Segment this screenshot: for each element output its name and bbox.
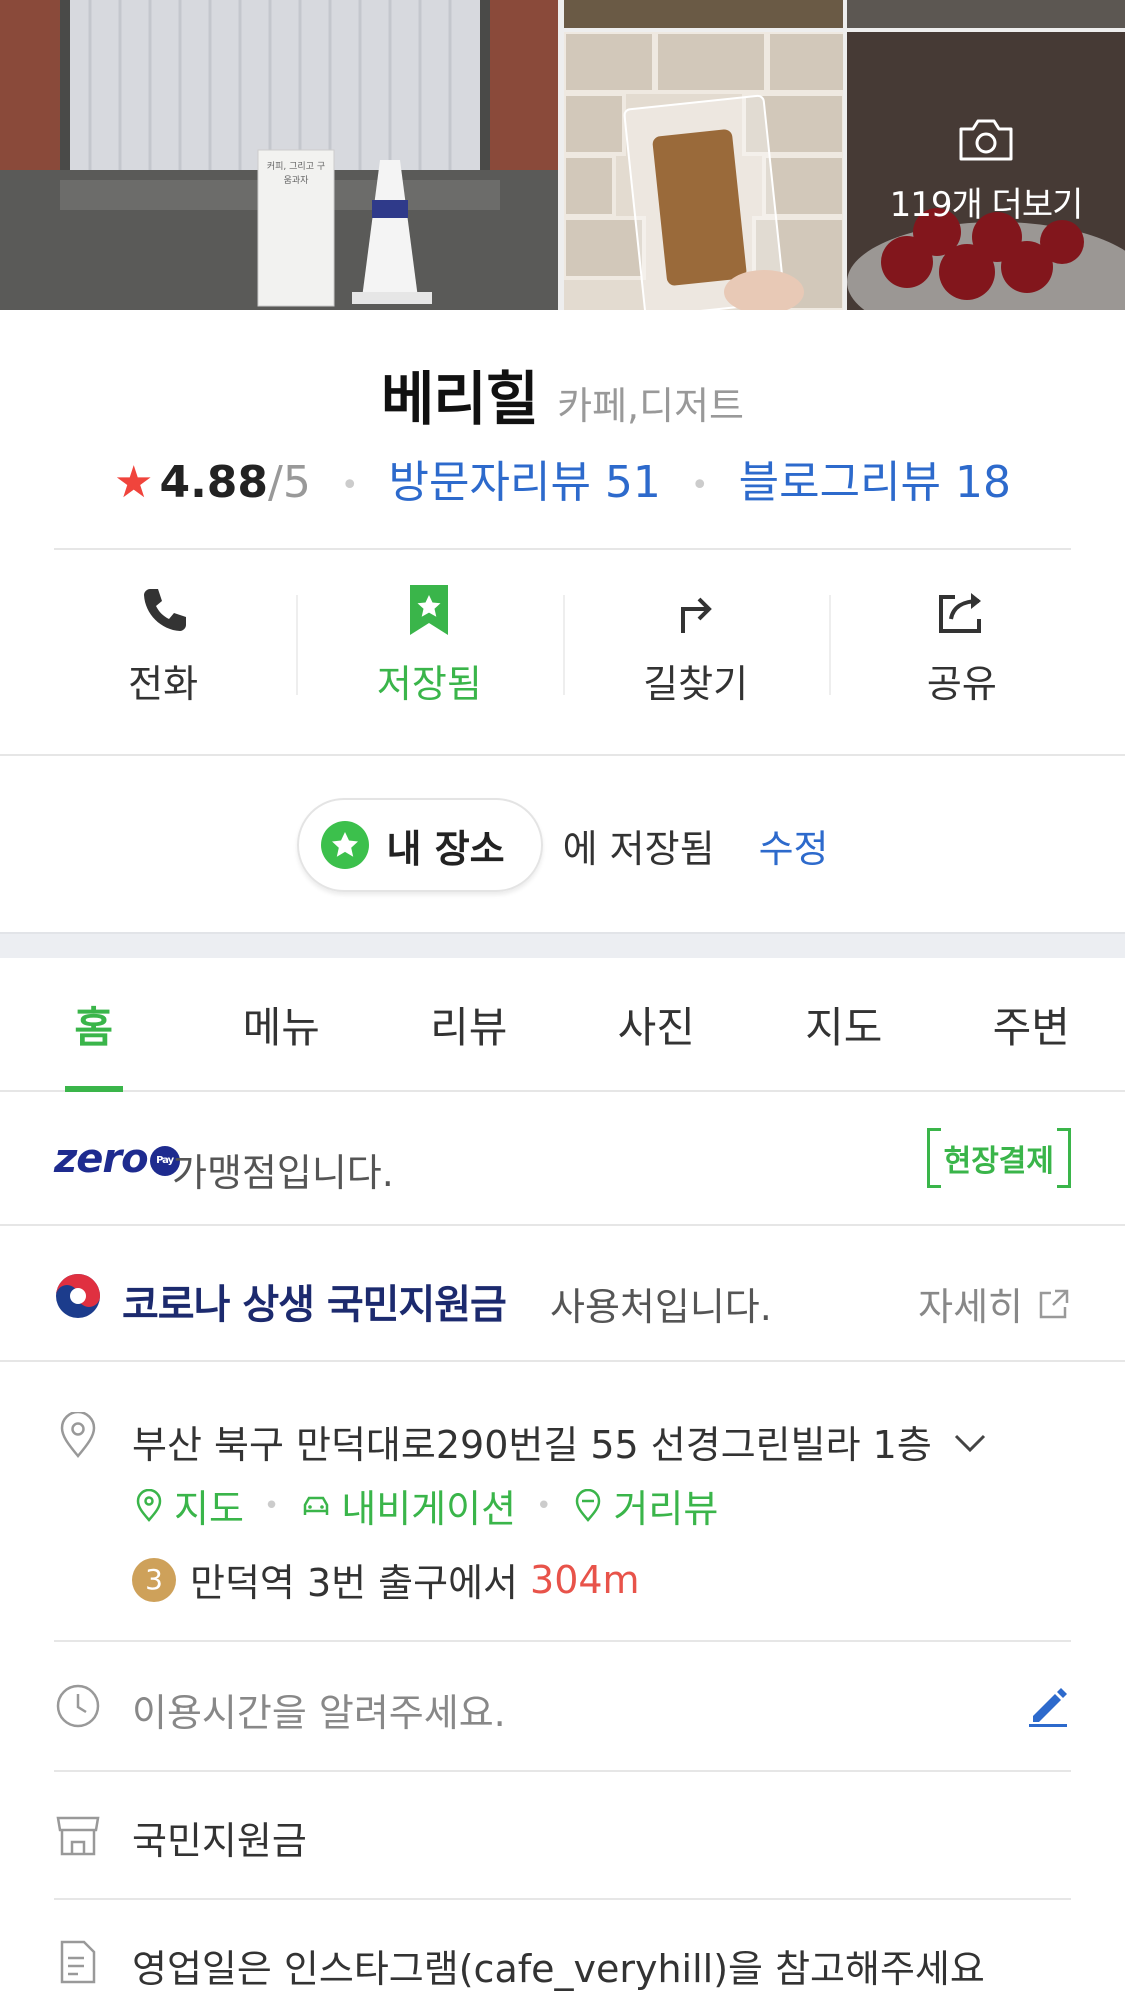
divider xyxy=(54,1770,1071,1772)
place-title: 베리힐 카페,디저트 xyxy=(0,352,1125,436)
section-separator xyxy=(0,932,1125,958)
navigation-link[interactable]: 내비게이션 xyxy=(299,1478,516,1533)
share-label: 공유 xyxy=(926,661,997,706)
action-bar: 전화 저장됨 길찾기 공유 xyxy=(30,570,1095,720)
rating-value: 4.88 xyxy=(159,457,269,508)
my-place-label: 내 장소 xyxy=(386,826,505,871)
saved-label: 저장됨 xyxy=(376,661,482,706)
zero-pay-text: 가맹점입니다. xyxy=(172,1151,394,1195)
hours-suggest-text[interactable]: 이용시간을 알려주세요. xyxy=(132,1682,506,1737)
share-button[interactable]: 공유 xyxy=(828,570,1095,720)
blog-reviews-link[interactable]: 블로그리뷰 18 xyxy=(739,457,1011,508)
document-icon xyxy=(60,1940,96,1984)
share-icon xyxy=(938,592,981,633)
tab-photos[interactable]: 사진 xyxy=(563,958,751,1090)
dot-separator: • xyxy=(536,1490,552,1521)
dot-separator: • xyxy=(340,467,359,503)
more-photos-overlay[interactable]: 119개 더보기 xyxy=(847,32,1125,310)
photo-thumb-more[interactable]: 119개 더보기 xyxy=(847,32,1125,310)
tab-menu[interactable]: 메뉴 xyxy=(188,958,376,1090)
support-fund-text: 사용처입니다. xyxy=(550,1285,772,1329)
onsite-payment-badge: 현장결제 xyxy=(926,1128,1072,1188)
subway-distance: 304m xyxy=(530,1557,640,1602)
tab-map[interactable]: 지도 xyxy=(750,958,938,1090)
edit-link[interactable]: 수정 xyxy=(759,818,829,873)
divider xyxy=(0,754,1125,756)
address-links: 지도 • 내비게이션 • 거리뷰 xyxy=(132,1478,718,1533)
phone-icon xyxy=(144,588,187,631)
storefront-illustration xyxy=(0,0,558,310)
dot-separator: • xyxy=(690,467,709,503)
pencil-icon[interactable] xyxy=(1025,1682,1071,1728)
tab-reviews[interactable]: 리뷰 xyxy=(375,958,563,1090)
subway-info: 3 만덕역 3번 출구에서 304m xyxy=(132,1552,640,1607)
support-fund-title: 코로나 상생 국민지원금 xyxy=(122,1282,507,1328)
dot-separator: • xyxy=(263,1490,280,1521)
visitor-reviews-link[interactable]: 방문자리뷰 51 xyxy=(389,457,661,508)
photo-gallery[interactable]: 커피, 그리고 구움과자 119개 더보기 xyxy=(0,0,1125,310)
divider xyxy=(54,1640,1071,1642)
more-photos-label: 119개 더보기 xyxy=(889,184,1084,225)
sign-text: 커피, 그리고 구움과자 xyxy=(266,162,326,186)
map-pin-icon xyxy=(136,1488,162,1522)
directions-button[interactable]: 길찾기 xyxy=(562,570,829,720)
place-category: 카페,디저트 xyxy=(557,384,745,428)
car-icon xyxy=(304,1496,329,1515)
divider xyxy=(54,1898,1071,1900)
cookie-illustration xyxy=(564,32,843,310)
camera-icon xyxy=(959,119,1013,160)
photo-thumb-1[interactable] xyxy=(564,0,843,28)
main-photo[interactable]: 커피, 그리고 구움과자 xyxy=(0,0,558,310)
notice-text: 영업일은 인스타그램(cafe_veryhill)을 참고해주세요 xyxy=(132,1947,985,1991)
photo-thumb-2[interactable] xyxy=(847,0,1125,28)
location-pin-icon xyxy=(60,1412,96,1458)
support-fund-row: 코로나 상생 국민지원금 사용처입니다. 자세히 xyxy=(0,1228,1125,1362)
zero-pay-row: zero Pay 가맹점입니다. 현장결제 xyxy=(0,1092,1125,1226)
korea-gov-logo-icon xyxy=(56,1274,100,1318)
subway-line-badge: 3 xyxy=(132,1557,176,1602)
saved-row: 내 장소 에 저장됨 수정 xyxy=(0,798,1125,892)
support-fund-detail-link[interactable]: 자세히 xyxy=(918,1276,1071,1331)
zero-pay-logo: zero Pay xyxy=(54,1136,180,1182)
photo-thumb-3[interactable] xyxy=(564,32,843,310)
divider xyxy=(54,548,1071,550)
chevron-down-icon xyxy=(954,1434,985,1452)
store-type-text: 국민지원금 xyxy=(132,1819,307,1863)
clock-icon xyxy=(56,1684,100,1728)
saved-button[interactable]: 저장됨 xyxy=(296,570,562,720)
call-label: 전화 xyxy=(128,661,199,706)
tab-nearby[interactable]: 주변 xyxy=(938,958,1125,1090)
call-button[interactable]: 전화 xyxy=(30,570,296,720)
subway-text: 만덕역 3번 출구에서 xyxy=(190,1561,519,1605)
rating-row: ★ 4.88/5 • 방문자리뷰 51 • 블로그리뷰 18 xyxy=(0,446,1125,510)
address-text[interactable]: 부산 북구 만덕대로290번길 55 선경그린빌라 1층 xyxy=(132,1414,988,1469)
saved-status-text: 에 저장됨 xyxy=(562,826,715,871)
my-place-folder-button[interactable]: 내 장소 xyxy=(296,798,543,892)
star-icon: ★ xyxy=(114,457,154,508)
directions-icon xyxy=(680,597,712,633)
external-link-icon xyxy=(1039,1289,1069,1318)
green-star-icon xyxy=(320,821,369,869)
map-link[interactable]: 지도 xyxy=(132,1478,244,1533)
directions-label: 길찾기 xyxy=(643,661,749,706)
tab-home[interactable]: 홈 xyxy=(0,958,188,1090)
street-view-icon xyxy=(576,1488,601,1522)
bookmark-star-icon xyxy=(410,584,449,635)
place-name: 베리힐 xyxy=(380,365,539,433)
street-view-link[interactable]: 거리뷰 xyxy=(571,1478,718,1533)
store-icon xyxy=(56,1816,100,1856)
rating-max: /5 xyxy=(268,457,311,508)
tab-bar: 홈 메뉴 리뷰 사진 지도 주변 xyxy=(0,958,1125,1092)
